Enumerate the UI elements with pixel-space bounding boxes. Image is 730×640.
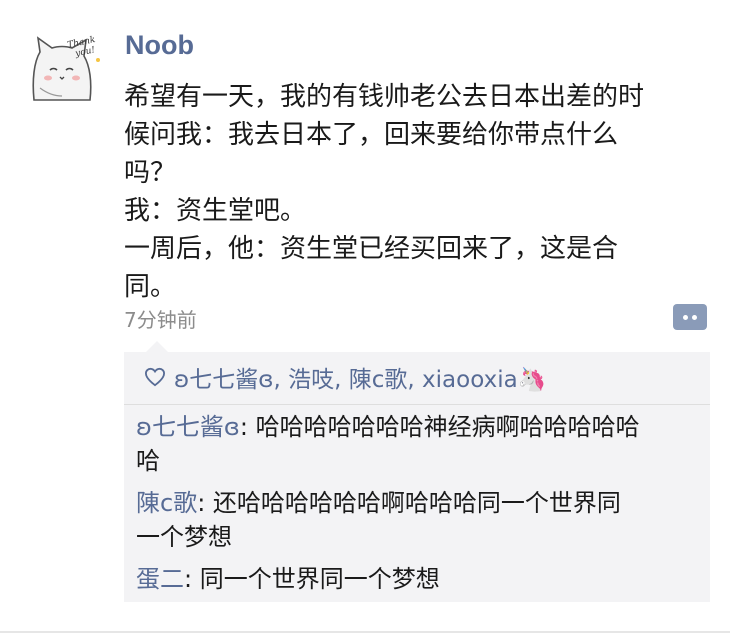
comment-text-continued: 哈 <box>136 447 160 475</box>
comment-separator: : <box>197 489 213 517</box>
comment-text: 还哈哈哈哈哈哈啊哈哈哈同一个世界同 <box>212 489 621 517</box>
comment-text: 哈哈哈哈哈哈哈神经病啊哈哈哈哈哈 <box>255 413 640 441</box>
post-text-line: 希望有一天，我的有钱帅老公去日本出差的时 <box>124 82 645 112</box>
comment-like-menu-button[interactable] <box>673 304 707 330</box>
comment-author[interactable]: ʚ七七酱ɞ <box>136 413 240 441</box>
thank-you-cat-icon: Thank you! <box>32 35 100 101</box>
comment-item[interactable]: ʚ七七酱ɞ: 哈哈哈哈哈哈哈神经病啊哈哈哈哈哈 哈 <box>136 410 702 478</box>
comment-text: 同一个世界同一个梦想 <box>199 565 440 593</box>
likes-names[interactable]: ʚ七七酱ɞ, 浩吱, 陳c歌, xiaooxia🦄 <box>174 360 546 394</box>
comment-box: ʚ七七酱ɞ, 浩吱, 陳c歌, xiaooxia🦄 ʚ七七酱ɞ: 哈哈哈哈哈哈哈… <box>124 352 710 602</box>
post-text-line: 候问我：我去日本了，回来要给你带点什么 <box>124 120 619 150</box>
avatar[interactable]: Thank you! <box>26 30 104 108</box>
comment-separator: : <box>184 565 200 593</box>
more-dots-icon <box>692 314 697 320</box>
post-timestamp: 7分钟前 <box>124 308 197 332</box>
divider <box>124 404 710 405</box>
likes-row: ʚ七七酱ɞ, 浩吱, 陳c歌, xiaooxia🦄 <box>124 352 710 402</box>
heart-outline-icon <box>144 367 166 387</box>
comment-author[interactable]: 蛋二 <box>136 565 184 593</box>
divider <box>0 631 730 633</box>
post-text-line: 同。 <box>124 272 177 302</box>
comment-item[interactable]: 蛋二: 同一个世界同一个梦想 <box>136 562 702 596</box>
comment-text-continued: 一个梦想 <box>136 523 232 551</box>
post-text-line: 吗？ <box>124 158 177 188</box>
post-text-line: 一周后，他：资生堂已经买回来了，这是合 <box>124 234 619 264</box>
comment-first-line: 陳c歌: 还哈哈哈哈哈哈啊哈哈哈同一个世界同 <box>136 486 702 520</box>
comment-box-arrow <box>146 341 168 352</box>
comment-first-line: 蛋二: 同一个世界同一个梦想 <box>136 562 702 596</box>
comment-item[interactable]: 陳c歌: 还哈哈哈哈哈哈啊哈哈哈同一个世界同 一个梦想 <box>136 486 702 554</box>
post-text-line: 我：资生堂吧。 <box>124 196 307 226</box>
comment-first-line: ʚ七七酱ɞ: 哈哈哈哈哈哈哈神经病啊哈哈哈哈哈 <box>136 410 702 444</box>
post-text: 希望有一天，我的有钱帅老公去日本出差的时 候问我：我去日本了，回来要给你带点什么… <box>124 78 714 306</box>
author-name[interactable]: Noob <box>125 30 194 61</box>
comment-separator: : <box>239 413 256 441</box>
comment-author[interactable]: 陳c歌 <box>136 489 197 517</box>
more-dots-icon <box>683 314 688 320</box>
